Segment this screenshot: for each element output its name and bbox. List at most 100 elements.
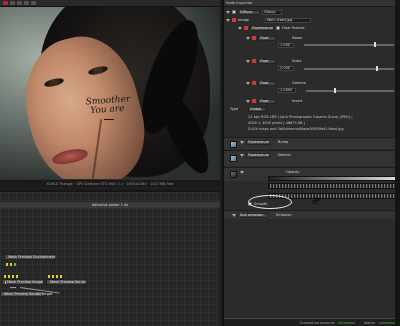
enable-checkbox[interactable] [232,10,236,14]
node-pins [48,275,62,278]
node-graph[interactable]: Adhesive power 1 ok Mesh Preview Environ… [0,190,220,326]
pin-icon [244,26,248,30]
float-name: Scale [292,59,302,63]
handwritten-annotation: Smoother You are [85,94,131,116]
type-label: Type [230,107,239,111]
collapse-arrow-icon[interactable] [246,99,250,103]
input-pin[interactable] [60,275,62,278]
bump-row: Floattexture Bump [240,139,398,145]
node-label: Mesh Preview Kernel [50,280,87,284]
node-label: Mesh Preview Image [6,280,43,284]
opacity-label: Opacity [286,170,300,174]
normal-thumbnail [230,155,237,162]
gamma-slider[interactable] [306,90,394,92]
node-color-swatch [5,280,6,284]
graph-node-rendertarget[interactable]: Mesh Preview RenderTarget [0,291,52,297]
emission-label: Emission [276,213,292,217]
input-pin[interactable] [14,263,16,266]
graph-node-environment[interactable]: Mesh Preview Environment [4,254,56,260]
opacity-gradient[interactable] [268,176,396,181]
power-slider[interactable] [304,44,394,46]
input-pin[interactable] [16,275,18,278]
float-row-gamma: Float Gamma [246,80,398,86]
emission-section: Null emission Emission [224,210,400,219]
type-dropdown[interactable]: Global [248,106,267,112]
normal-type-dropdown[interactable]: Floattexture [246,152,270,158]
input-pin[interactable] [4,275,6,278]
inspector-title: Node Inspector [224,0,400,7]
stop-render-icon[interactable] [3,1,8,5]
image-info-path: D:/UV maps and 3d/Adrianne/Maps/WIP/Wet1… [248,127,344,131]
float-dropdown[interactable]: Float [258,35,276,41]
collapse-arrow-icon[interactable] [246,59,250,63]
pin-icon [252,36,256,40]
input-pin[interactable] [8,275,10,278]
material-type-dropdown[interactable]: Diffuse [238,9,260,15]
input-pin[interactable] [10,263,12,266]
collapse-arrow-icon[interactable] [226,18,230,22]
gamma-slider-handle[interactable] [334,88,336,93]
power-slider-handle[interactable] [374,42,376,47]
image-file-field[interactable]: Wet1-fixed.jpg [264,17,311,23]
float-dropdown[interactable]: Float [258,58,276,64]
input-pin[interactable] [56,275,58,278]
emission-type-dropdown[interactable]: Null emission [238,212,268,218]
input-pin[interactable] [6,263,8,266]
graph-node-image[interactable]: Mesh Preview Image [2,279,44,285]
float-name: Gamma [292,81,306,85]
input-pin[interactable] [48,275,50,278]
render-viewport[interactable]: Smoother You are XOXCS Triangle · GPU Ge… [0,0,220,187]
node-label: Mesh Preview RenderTarget [4,292,53,296]
restart-render-icon[interactable] [10,1,15,5]
type-row: Type Global [226,106,398,112]
pin-icon [252,99,256,103]
scale-value-field[interactable]: 2.000 [278,65,294,71]
graph-node-kernel[interactable]: Mesh Preview Kernel [46,279,86,285]
texture-type-dropdown[interactable]: Floattexture [250,25,274,31]
bump-type-dropdown[interactable]: Floattexture [246,139,270,145]
render-image: Smoother You are [0,7,220,179]
float-dropdown[interactable]: Float [258,80,276,86]
camera-icon[interactable] [31,1,36,5]
collapse-arrow-icon[interactable] [246,81,250,85]
render-status: XOXCS Triangle · GPU GeForce GTX 560 ( 1… [0,179,220,187]
gamma-value-field[interactable]: 1.0000 [278,87,296,93]
collapse-arrow-icon[interactable] [246,36,250,40]
node-pins [4,275,18,278]
material-name-field[interactable]: Glossy [262,9,282,15]
focus-picker-icon[interactable] [24,1,29,5]
material-header-row: Diffuse Glossy [226,9,398,15]
bump-label: Bump [278,140,289,144]
collapse-arrow-icon[interactable] [240,170,244,174]
node-inspector[interactable]: Node Inspector Diffuse Glossy Image Wet1… [222,0,400,326]
pin-icon [252,59,256,63]
image-info-size: 4000 × 4000 pixels | 46875 KB | [248,121,305,125]
viewport-toolbar [0,0,220,7]
float-dropdown[interactable]: Float [258,98,276,104]
account-label: OctaneLive account: [299,320,336,325]
graph-header: Adhesive power 1 ok [0,202,220,208]
texture-label: Float Texture [282,26,305,30]
collapse-arrow-icon[interactable] [238,26,242,30]
account-status: activated [338,320,355,325]
float-name: Invert [292,99,303,103]
scale-slider[interactable] [304,68,394,70]
status-bar: OctaneLive account: activated status: co… [224,318,400,326]
collapse-arrow-icon[interactable] [240,140,244,144]
collapse-arrow-icon[interactable] [226,10,230,14]
input-pin[interactable] [52,275,54,278]
power-value-field[interactable]: 1.000 [278,42,294,48]
texture-checkbox[interactable] [276,26,280,30]
normal-label: Normal [278,153,291,157]
scale-slider-handle[interactable] [376,66,378,71]
input-pin[interactable] [12,275,14,278]
pin-icon [232,18,236,22]
normal-row: Floattexture Normal [240,152,398,158]
image-row: Image Wet1-fixed.jpg [226,17,398,23]
node-label: Mesh Preview Environment [8,255,56,259]
collapse-arrow-icon[interactable] [232,213,236,217]
collapse-arrow-icon[interactable] [240,153,244,157]
pause-render-icon[interactable] [17,1,22,5]
bump-thumbnail [230,141,237,148]
bump-section: Floattexture Bump [224,137,400,149]
